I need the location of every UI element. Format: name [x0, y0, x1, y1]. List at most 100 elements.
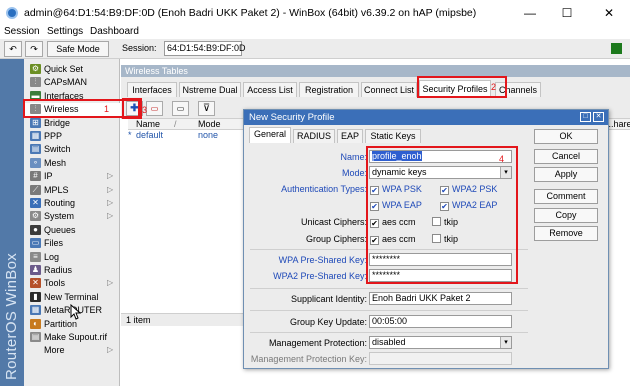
supplicant-identity-input[interactable]: Enoh Badri UKK Paket 2 — [369, 292, 512, 305]
sidebar-item-label: Routing — [44, 198, 76, 208]
sidebar-item-label: Radius — [44, 265, 73, 275]
management-protection-select[interactable]: disabled ▾ — [369, 336, 512, 349]
column-shared[interactable]: ...hared — [606, 119, 630, 129]
maximize-button[interactable]: ☐ — [556, 4, 578, 22]
session-field[interactable]: 64:D1:54:B9:DF:0D — [164, 41, 246, 56]
sidebar-item-switch[interactable]: ▤ Switch — [24, 143, 120, 156]
wpa2-key-label: WPA2 Pre-Shared Key: — [273, 271, 367, 281]
tab-nstreme-dual[interactable]: Nstreme Dual — [179, 82, 241, 97]
dialog-maximize-icon[interactable]: □ — [580, 112, 591, 122]
dialog-tab-static-keys[interactable]: Static Keys — [365, 129, 421, 143]
sidebar-item-label: Queues — [44, 224, 76, 235]
supout-icon: ▤ — [30, 332, 41, 342]
undo-icon[interactable]: ↶ — [4, 41, 22, 57]
sidebar-item-mesh[interactable]: ∘ Mesh — [24, 157, 120, 170]
sidebar-item-ppp[interactable]: ▦ PPP — [24, 130, 120, 143]
close-button[interactable]: ✕ — [598, 4, 620, 22]
dialog-tab-eap[interactable]: EAP — [337, 129, 363, 143]
safe-mode-button[interactable]: Safe Mode — [47, 41, 109, 57]
tab-access-list[interactable]: Access List — [243, 82, 297, 97]
tab-interfaces[interactable]: Interfaces — [127, 82, 177, 97]
management-protection-label: Management Protection: — [268, 338, 367, 348]
dialog-close-icon[interactable]: ✕ — [593, 112, 604, 122]
sidebar-item-label: Make Supout.rif — [44, 332, 108, 342]
column-mode[interactable]: Mode — [198, 119, 221, 129]
sidebar-item-label: Bridge — [44, 117, 71, 128]
name-label: Name: — [340, 152, 367, 162]
comment-icon[interactable]: ▭ — [172, 101, 189, 116]
minimize-button[interactable]: — — [519, 4, 541, 22]
cancel-button[interactable]: Cancel — [534, 149, 598, 164]
group-key-update-input[interactable]: 00:05:00 — [369, 315, 512, 328]
ppp-icon: ▦ — [30, 131, 41, 141]
divider — [250, 310, 528, 311]
metarouter-icon: ▦ — [30, 305, 41, 316]
log-icon: ≡ — [30, 251, 41, 262]
dialog-tab-radius[interactable]: RADIUS — [293, 129, 335, 143]
remove-button[interactable]: Remove — [534, 226, 598, 241]
submenu-arrow-icon: ▷ — [107, 345, 114, 355]
redo-icon[interactable]: ↷ — [25, 41, 43, 57]
annotation-number-1: 1 — [104, 104, 110, 114]
auth-types-label: Authentication Types: — [281, 184, 367, 194]
tab-registration[interactable]: Registration — [299, 82, 359, 97]
submenu-arrow-icon: ▷ — [107, 278, 114, 288]
sidebar-item-system[interactable]: ⚙ System ▷ — [24, 210, 120, 223]
apply-button[interactable]: Apply — [534, 167, 598, 182]
sidebar-item-make-supout-rif[interactable]: ▤ Make Supout.rif — [24, 331, 120, 344]
sidebar-item-mpls[interactable]: ⟋ MPLS ▷ — [24, 184, 120, 197]
menu-bar: Session Settings Dashboard — [0, 26, 630, 39]
menu-dashboard[interactable]: Dashboard — [90, 26, 139, 37]
submenu-arrow-icon: ▷ — [107, 211, 114, 221]
management-protection-key-input[interactable] — [369, 352, 512, 365]
unicast-ciphers-label: Unicast Ciphers: — [300, 217, 367, 227]
dialog-title-text: New Security Profile — [249, 112, 335, 123]
radius-icon: ♟ — [30, 265, 41, 275]
sidebar-item-label: Tools — [44, 278, 66, 289]
management-protection-value: disabled — [372, 337, 406, 347]
queues-icon: ● — [30, 224, 41, 235]
sidebar-item-ip[interactable]: # IP ▷ — [24, 170, 120, 183]
dropdown-arrow-icon[interactable]: ▾ — [500, 337, 511, 348]
menu-session[interactable]: Session — [4, 26, 40, 37]
remove-icon[interactable]: ▭ — [146, 101, 163, 116]
session-label: Session: — [122, 43, 157, 53]
copy-button[interactable]: Copy — [534, 208, 598, 223]
sidebar-item-label: Quick Set — [44, 64, 84, 74]
mpls-icon: ⟋ — [30, 184, 41, 195]
comment-button[interactable]: Comment — [534, 189, 598, 204]
row-mode: none — [198, 130, 219, 140]
sidebar-item-label: Partition — [44, 318, 78, 329]
sidebar-item-queues[interactable]: ● Queues — [24, 224, 120, 237]
files-icon: ▭ — [30, 238, 41, 249]
tab-connect-list[interactable]: Connect List — [361, 82, 417, 97]
mode-label: Mode: — [341, 168, 367, 178]
window-title: admin@64:D1:54:B9:DF:0D (Enoh Badri UKK … — [24, 7, 477, 19]
sidebar-item-bridge[interactable]: ⊞ Bridge — [24, 117, 120, 130]
divider — [250, 288, 528, 289]
sidebar-item-more[interactable]: More ▷ — [24, 344, 120, 357]
sidebar-item-log[interactable]: ≡ Log — [24, 251, 120, 264]
sidebar-item-radius[interactable]: ♟ Radius — [24, 264, 120, 277]
sidebar-item-quick-set[interactable]: ⚙ Quick Set — [24, 63, 120, 76]
annotation-number-2: 2 — [491, 82, 497, 92]
sidebar-item-new-terminal[interactable]: ▮ New Terminal — [24, 291, 120, 304]
sidebar-item-label: Files — [44, 238, 64, 249]
sidebar-item-capsman[interactable]: ⫶ CAPsMAN — [24, 76, 120, 89]
sidebar-item-routing[interactable]: ✕ Routing ▷ — [24, 197, 120, 210]
sidebar-item-files[interactable]: ▭ Files — [24, 237, 120, 250]
filter-icon[interactable]: ⊽ — [198, 101, 215, 116]
column-name[interactable]: Name — [136, 119, 160, 129]
sidebar-item-label: Mesh — [44, 157, 67, 168]
ok-button[interactable]: OK — [534, 129, 598, 144]
menu-settings[interactable]: Settings — [47, 26, 83, 37]
sidebar-item-tools[interactable]: ✕ Tools ▷ — [24, 277, 120, 290]
partition-icon: ◐ — [30, 318, 41, 329]
brand-strip: RouterOS WinBox — [0, 59, 24, 386]
sort-indicator-icon: / — [174, 119, 177, 129]
group-key-update-label: Group Key Update: — [289, 317, 367, 327]
wpa-key-label: WPA Pre-Shared Key: — [278, 255, 367, 265]
dialog-tab-general[interactable]: General — [249, 127, 291, 143]
winbox-app-icon — [6, 7, 18, 19]
annotation-box-add — [122, 98, 142, 119]
